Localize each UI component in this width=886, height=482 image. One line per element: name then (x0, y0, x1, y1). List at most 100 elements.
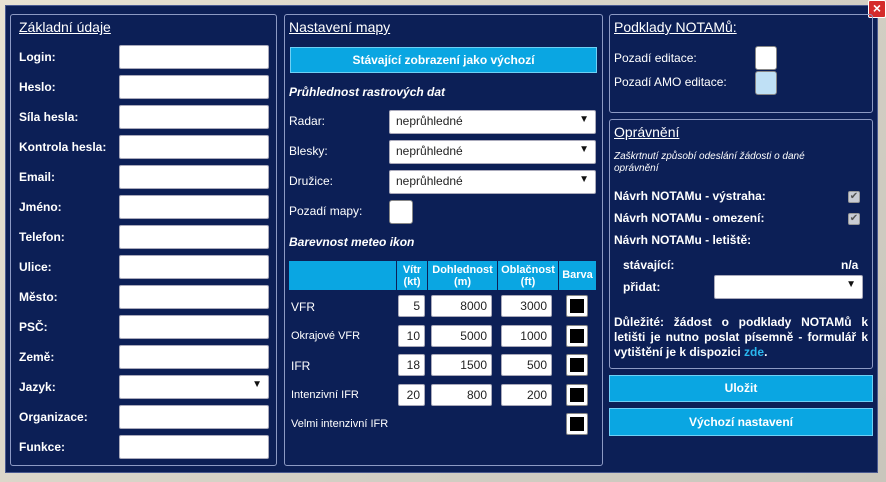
lightning-label: Blesky: (289, 144, 328, 158)
field-label: Login: (19, 50, 56, 64)
table-row-label: Okrajové VFR (291, 329, 361, 342)
visibility-input[interactable]: 5000 (431, 324, 492, 347)
airport-label: Návrh NOTAMu - letiště: (614, 233, 752, 247)
default-view-button[interactable]: Stávající zobrazení jako výchozí (290, 47, 597, 73)
satellite-value: neprůhledné (396, 174, 463, 188)
wind-input[interactable]: 10 (398, 324, 425, 347)
color-swatch (570, 387, 584, 402)
meteo-icons-heading: Barevnost meteo ikon (289, 235, 415, 249)
visibility-input[interactable]: 8000 (431, 295, 492, 317)
chevron-down-icon: ▼ (579, 114, 589, 125)
important-note: Důležité: žádost o podklady NOTAMů k let… (614, 315, 868, 360)
table-row-label: Velmi intenzivní IFR (291, 418, 389, 430)
cloud-input[interactable]: 1000 (501, 324, 552, 347)
map-background-label: Pozadí mapy: (289, 204, 363, 218)
lightning-value: neprůhledné (396, 144, 463, 158)
field-label: Síla hesla: (19, 110, 79, 124)
cloud-input[interactable]: 3000 (501, 295, 552, 317)
text-field[interactable] (119, 315, 269, 339)
field-label: Email: (19, 170, 56, 184)
text-field[interactable] (119, 255, 269, 279)
visibility-input[interactable]: 1500 (431, 354, 492, 376)
raster-transparency-heading: Průhlednost rastrových dat (289, 85, 446, 99)
visibility-input[interactable]: 800 (431, 383, 492, 406)
table-row-label: VFR (291, 300, 315, 314)
notam-title: Podklady NOTAMů: (614, 19, 737, 35)
satellite-label: Družice: (289, 174, 334, 188)
cloud-input[interactable]: 500 (501, 354, 552, 376)
text-field[interactable] (119, 405, 269, 429)
text-field[interactable] (119, 225, 269, 249)
wind-input[interactable]: 5 (398, 295, 425, 317)
text-field[interactable] (119, 285, 269, 309)
radar-select[interactable]: neprůhledné ▼ (389, 110, 596, 134)
text-field[interactable] (119, 435, 269, 459)
wind-input[interactable]: 18 (398, 354, 425, 376)
cloud-input[interactable]: 200 (501, 383, 552, 406)
field-label: Město: (19, 290, 58, 304)
table-header-wind: Vítr (kt) (397, 261, 428, 290)
field-label: Jazyk: (19, 380, 56, 394)
field-label: Země: (19, 350, 55, 364)
amo-background-label: Pozadí AMO editace: (614, 75, 727, 89)
current-airport-label: stávající: (623, 258, 675, 272)
icon-color-picker[interactable] (566, 413, 588, 435)
map-background-color-picker[interactable] (389, 200, 413, 224)
restriction-label: Návrh NOTAMu - omezení: (614, 211, 765, 225)
edit-background-label: Pozadí editace: (614, 51, 697, 65)
wind-input[interactable]: 20 (398, 383, 425, 406)
chevron-down-icon: ▼ (579, 174, 589, 185)
satellite-select[interactable]: neprůhledné ▼ (389, 170, 596, 194)
text-field[interactable] (119, 45, 269, 69)
download-link[interactable]: zde (744, 345, 764, 359)
icon-color-picker[interactable] (566, 324, 588, 347)
warning-label: Návrh NOTAMu - výstraha: (614, 189, 766, 203)
lightning-select[interactable]: neprůhledné ▼ (389, 140, 596, 164)
restriction-checkbox[interactable]: ✔ (848, 213, 860, 225)
current-airport-value: n/a (841, 258, 859, 272)
permissions-note: Zaškrtnutí způsobí odeslání žádosti o da… (614, 151, 805, 174)
language-select[interactable]: ▼ (119, 375, 269, 399)
defaults-button[interactable]: Výchozí nastavení (609, 408, 873, 436)
text-field[interactable] (119, 135, 269, 159)
close-icon: × (872, 0, 882, 16)
icon-color-picker[interactable] (566, 354, 588, 376)
field-label: Telefon: (19, 230, 65, 244)
map-settings-title: Nastavení mapy (289, 19, 391, 35)
field-label: Ulice: (19, 260, 52, 274)
icon-color-picker[interactable] (566, 295, 588, 317)
text-field[interactable] (119, 165, 269, 189)
amo-background-color-picker[interactable] (755, 71, 777, 95)
table-row-label: IFR (291, 359, 311, 373)
text-field[interactable] (119, 105, 269, 129)
text-field[interactable] (119, 345, 269, 369)
chevron-down-icon: ▼ (579, 144, 589, 155)
icon-color-picker[interactable] (566, 383, 588, 406)
important-end: . (764, 345, 768, 359)
field-label: Kontrola hesla: (19, 140, 107, 154)
edit-background-color-picker[interactable] (755, 46, 777, 70)
table-header-visibility: Dohlednost (m) (428, 261, 498, 290)
add-airport-label: přidat: (623, 280, 661, 294)
field-label: Jméno: (19, 200, 62, 214)
text-field[interactable] (119, 75, 269, 99)
basic-info-title: Základní údaje (19, 19, 111, 35)
field-label: PSČ: (19, 320, 48, 334)
field-label: Heslo: (19, 80, 56, 94)
color-swatch (570, 299, 584, 313)
table-header-color: Barva (559, 261, 597, 290)
save-button[interactable]: Uložit (609, 375, 873, 402)
color-swatch (570, 358, 584, 372)
permissions-title: Oprávnění (614, 124, 680, 140)
text-field[interactable] (119, 195, 269, 219)
chevron-down-icon: ▼ (846, 279, 856, 290)
table-header-blank (289, 261, 397, 290)
table-row-label: Intenzivní IFR (291, 388, 359, 401)
important-bold: Důležité: (614, 315, 665, 329)
radar-label: Radar: (289, 114, 326, 128)
field-label: Funkce: (19, 440, 66, 454)
warning-checkbox[interactable]: ✔ (848, 191, 860, 203)
add-airport-select[interactable]: ▼ (714, 275, 863, 299)
table-header-cloud: Oblačnost (ft) (498, 261, 559, 290)
chevron-down-icon: ▼ (252, 379, 262, 390)
